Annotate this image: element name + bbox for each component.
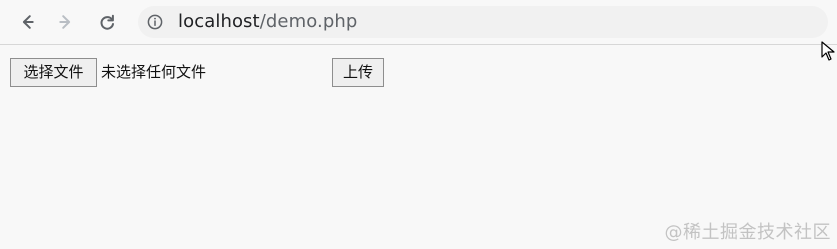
browser-toolbar: localhost/demo.php [0,0,837,45]
choose-file-button[interactable]: 选择文件 [10,58,97,87]
watermark: @稀土掘金技术社区 [664,222,831,243]
url-host: localhost [178,11,260,32]
info-icon [147,14,163,30]
mouse-pointer-icon [821,41,835,61]
reload-button[interactable] [94,9,120,35]
back-button[interactable] [14,9,40,35]
reload-icon [100,14,114,30]
arrow-right-icon [59,15,71,29]
forward-button[interactable] [53,9,79,35]
url-text: localhost/demo.php [178,12,357,32]
arrow-left-icon [22,15,34,29]
address-bar[interactable]: localhost/demo.php [138,6,828,38]
file-status-text: 未选择任何文件 [101,63,207,81]
url-path: /demo.php [259,11,358,32]
upload-button[interactable]: 上传 [332,58,384,87]
